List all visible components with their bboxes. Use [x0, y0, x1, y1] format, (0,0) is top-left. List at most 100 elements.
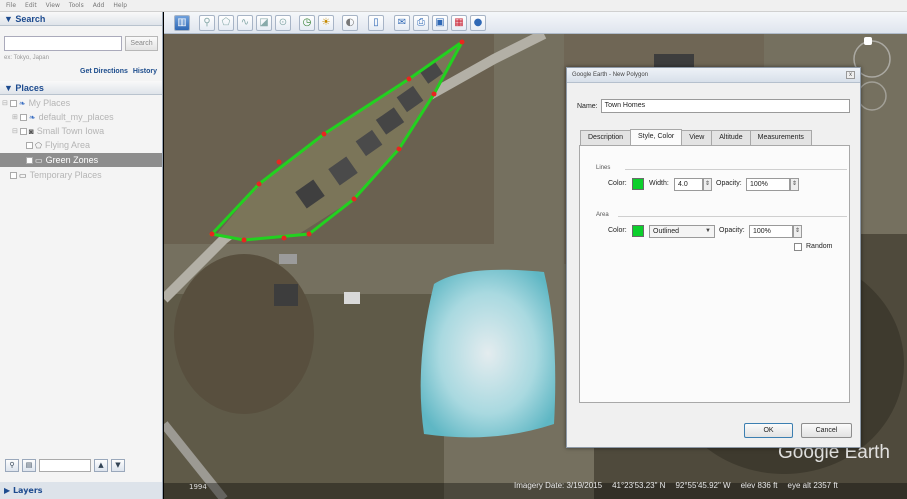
tab-view[interactable]: View — [681, 130, 713, 145]
menu-view[interactable]: View — [46, 2, 60, 9]
sidebar-icon[interactable]: ▥ — [174, 15, 190, 31]
tree-item-green-zones[interactable]: ▭ Green Zones — [0, 153, 162, 167]
move-up-icon[interactable]: ▲ — [94, 459, 108, 472]
checkbox[interactable] — [26, 141, 33, 149]
new-polygon-dialog: Google Earth - New Polygon x Name: Town … — [566, 67, 861, 448]
menu-help[interactable]: Help — [113, 2, 127, 9]
name-input[interactable]: Town Homes — [600, 99, 850, 113]
maps-icon[interactable]: ▦ — [451, 15, 467, 31]
imagery-date: Imagery Date: 3/19/2015 — [514, 481, 603, 490]
lines-opacity-input[interactable]: 100% — [746, 178, 790, 191]
area-color-label: Color: — [608, 227, 627, 234]
checkbox[interactable] — [26, 156, 33, 164]
lines-opacity-label: Opacity: — [716, 180, 742, 187]
lines-color-label: Color: — [608, 180, 627, 187]
tree-item-label: Green Zones — [45, 155, 99, 165]
expand-icon[interactable]: ⊟ — [2, 99, 8, 107]
placemark-icon[interactable]: ⚲ — [199, 15, 215, 31]
tree-item-label: Flying Area — [44, 140, 90, 150]
eye-altitude: eye alt 2357 ft — [787, 481, 838, 490]
lines-opacity-stepper[interactable]: ⇕ — [790, 178, 799, 191]
area-opacity-input[interactable]: 100% — [749, 225, 793, 238]
checkbox[interactable] — [9, 99, 17, 107]
random-checkbox[interactable] — [794, 243, 802, 251]
folder-icon: ▭ — [19, 170, 27, 180]
divider — [618, 216, 847, 217]
planets-icon[interactable]: ◐ — [342, 15, 358, 31]
sun-icon[interactable]: ☀ — [318, 15, 334, 31]
get-directions-link[interactable]: Get Directions — [80, 68, 128, 75]
menu-tools[interactable]: Tools — [69, 2, 84, 9]
search-input[interactable] — [4, 36, 122, 51]
tree-item-my-places[interactable]: ⊟ ❧ My Places — [2, 96, 70, 110]
path-icon[interactable]: ∿ — [237, 15, 253, 31]
move-down-icon[interactable]: ▼ — [111, 459, 125, 472]
checkbox[interactable] — [10, 171, 17, 179]
lines-color-swatch[interactable] — [632, 178, 644, 190]
style-color-panel: Lines Color: Width: 4.0 ⇕ Opacity: 100% … — [579, 145, 850, 403]
polygon-icon: ⬠ — [35, 140, 42, 150]
dialog-title: Google Earth - New Polygon — [567, 68, 860, 83]
history-link[interactable]: History — [133, 68, 157, 75]
tree-item-default-my-places[interactable]: ⊞ ❧ default_my_places — [12, 110, 114, 124]
area-color-swatch[interactable] — [632, 225, 644, 237]
tab-description[interactable]: Description — [580, 130, 632, 145]
tree-item-label: My Places — [28, 98, 71, 108]
toolbar: ▥ ⚲ ⬠ ∿ ◪ ⊙ ◷ ☀ ◐ ▯ ✉ ⎙ ▣ ▦ ● — [164, 12, 907, 34]
expand-icon[interactable]: ⊟ — [12, 127, 18, 135]
area-opacity-stepper[interactable]: ⇕ — [793, 225, 802, 238]
elevation: elev 836 ft — [740, 481, 778, 490]
width-label: Width: — [649, 180, 669, 187]
status-bar: Imagery Date: 3/19/2015 41°23'53.23" N 9… — [514, 481, 838, 490]
search-panel-header[interactable]: ▼ Search — [0, 12, 162, 26]
panel-toggle-icon[interactable]: ▤ — [22, 459, 36, 472]
checkbox[interactable] — [19, 127, 27, 135]
north-up-icon[interactable] — [864, 37, 872, 45]
earth-gallery-icon[interactable]: ● — [470, 15, 486, 31]
width-stepper[interactable]: ⇕ — [703, 178, 712, 191]
search-button-label: Search — [130, 40, 153, 47]
ruler-icon[interactable]: ▯ — [368, 15, 384, 31]
expand-icon[interactable]: ⊞ — [12, 113, 18, 121]
layers-panel-header[interactable]: ▶ Layers — [0, 482, 162, 499]
tree-item-small-town-iowa[interactable]: ⊟ ◙ Small Town Iowa — [12, 124, 104, 138]
tree-item-temporary-places[interactable]: ▭ Temporary Places — [10, 168, 102, 182]
menu-edit[interactable]: Edit — [25, 2, 37, 9]
polygon-icon[interactable]: ⬠ — [218, 15, 234, 31]
tree-item-label: default_my_places — [38, 112, 114, 122]
email-icon[interactable]: ✉ — [394, 15, 410, 31]
search-icon[interactable]: ⚲ — [5, 459, 19, 472]
cancel-button[interactable]: Cancel — [801, 423, 852, 438]
tab-measurements[interactable]: Measurements — [749, 130, 812, 145]
image-overlay-icon[interactable]: ◪ — [256, 15, 272, 31]
close-icon[interactable]: x — [846, 71, 855, 79]
folder-globe-icon: ❧ — [28, 112, 36, 122]
folder-icon: ◙ — [28, 126, 34, 136]
tab-style-color[interactable]: Style, Color — [630, 129, 683, 145]
tree-item-flying-area[interactable]: ⬠ Flying Area — [26, 138, 90, 152]
name-row: Name: Town Homes — [577, 99, 850, 113]
search-example-text: ex: Tokyo, Japan — [4, 55, 49, 61]
menu-file[interactable]: File — [6, 2, 16, 9]
save-image-icon[interactable]: ▣ — [432, 15, 448, 31]
ok-button[interactable]: OK — [744, 423, 793, 438]
checkbox[interactable] — [19, 113, 27, 121]
menu-bar: File Edit View Tools Add Help — [0, 0, 907, 12]
area-opacity-label: Opacity: — [719, 227, 745, 234]
width-input[interactable]: 4.0 — [674, 178, 703, 191]
menu-add[interactable]: Add — [93, 2, 105, 9]
print-icon[interactable]: ⎙ — [413, 15, 429, 31]
tab-bar: Description Style, Color View Altitude M… — [580, 129, 812, 145]
chevron-down-icon: ▼ — [705, 228, 711, 234]
tour-icon[interactable]: ⊙ — [275, 15, 291, 31]
historical-imagery-icon[interactable]: ◷ — [299, 15, 315, 31]
search-row: Search — [4, 36, 158, 51]
tree-item-label: Small Town Iowa — [36, 126, 105, 136]
lines-group-title: Lines — [596, 165, 611, 171]
places-panel-header[interactable]: ▼ Places — [0, 81, 162, 95]
search-button[interactable]: Search — [125, 36, 158, 51]
fill-mode-select[interactable]: Outlined ▼ — [649, 225, 715, 238]
random-label: Random — [806, 243, 833, 250]
tab-altitude[interactable]: Altitude — [711, 130, 751, 145]
places-filter-input[interactable] — [39, 459, 91, 472]
